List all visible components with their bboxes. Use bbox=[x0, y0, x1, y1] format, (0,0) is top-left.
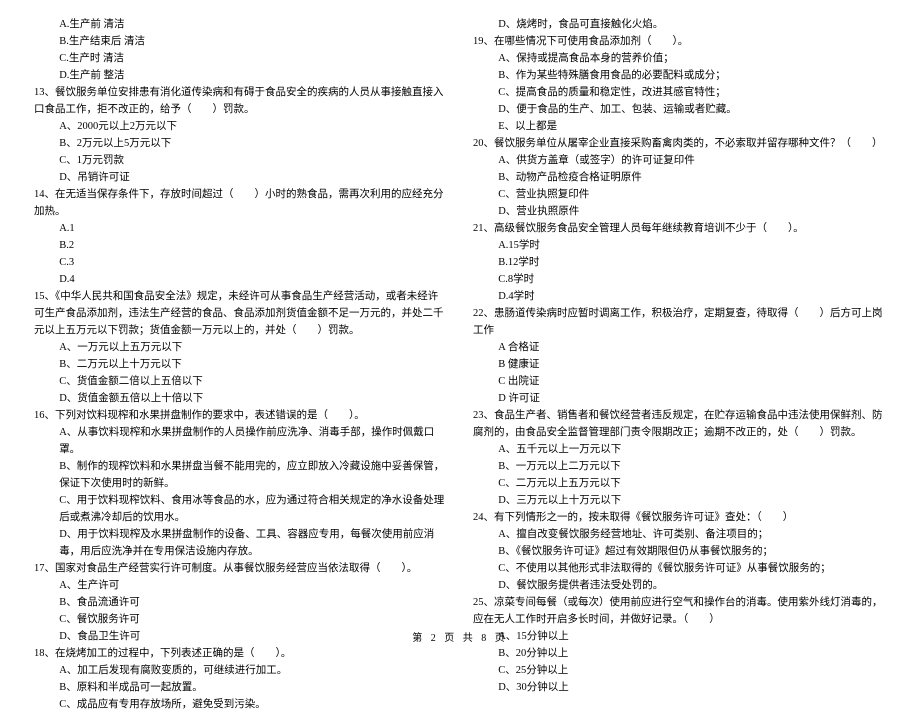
option: A.15学时 bbox=[473, 237, 886, 254]
option: D、吊销许可证 bbox=[34, 169, 447, 186]
option: B.12学时 bbox=[473, 254, 886, 271]
option: B、《餐饮服务许可证》超过有效期限但仍从事餐饮服务的； bbox=[473, 543, 886, 560]
option: C、二万元以上五万元以下 bbox=[473, 475, 886, 492]
option: C、不使用以其他形式非法取得的《餐饮服务许可证》从事餐饮服务的； bbox=[473, 560, 886, 577]
option: B 健康证 bbox=[473, 356, 886, 373]
option: D.生产前 整洁 bbox=[34, 67, 447, 84]
question-14: 14、在无适当保存条件下，存放时间超过（ ）小时的熟食品，需再次利用的应经充分加… bbox=[34, 186, 447, 220]
option: B、制作的现榨饮料和水果拼盘当餐不能用完的，应立即放入冷藏设施中妥善保管，保证下… bbox=[34, 458, 447, 492]
option: D.4学时 bbox=[473, 288, 886, 305]
option: A、擅自改变餐饮服务经营地址、许可类别、备注项目的； bbox=[473, 526, 886, 543]
option: C.生产时 清洁 bbox=[34, 50, 447, 67]
option: E、以上都是 bbox=[473, 118, 886, 135]
option: D.4 bbox=[34, 271, 447, 288]
option: B、2万元以上5万元以下 bbox=[34, 135, 447, 152]
question-20: 20、餐饮服务单位从屠宰企业直接采购畜禽肉类的，不必索取并留存哪种文件？（ ） bbox=[473, 135, 886, 152]
question-15: 15、《中华人民共和国食品安全法》规定，未经许可从事食品生产经营活动，或者未经许… bbox=[34, 288, 447, 339]
question-13: 13、餐饮服务单位安排患有消化道传染病和有碍于食品安全的疾病的人员从事接触直接入… bbox=[34, 84, 447, 118]
option: C、1万元罚款 bbox=[34, 152, 447, 169]
option: D、货值金额五倍以上十倍以下 bbox=[34, 390, 447, 407]
option: D、三万元以上十万元以下 bbox=[473, 492, 886, 509]
question-21: 21、高级餐饮服务食品安全管理人员每年继续教育培训不少于（ ）。 bbox=[473, 220, 886, 237]
option: B、原料和半成品可一起放置。 bbox=[34, 679, 447, 696]
option: B.生产结束后 清洁 bbox=[34, 33, 447, 50]
option: A、加工后发现有腐败变质的，可继续进行加工。 bbox=[34, 662, 447, 679]
option: B、20分钟以上 bbox=[473, 645, 886, 662]
option: B、二万元以上十万元以下 bbox=[34, 356, 447, 373]
option: C 出院证 bbox=[473, 373, 886, 390]
option: D 许可证 bbox=[473, 390, 886, 407]
page-columns: A.生产前 清洁 B.生产结束后 清洁 C.生产时 清洁 D.生产前 整洁 13… bbox=[34, 16, 886, 616]
option: A.生产前 清洁 bbox=[34, 16, 447, 33]
option: D、用于饮料现榨及水果拼盘制作的设备、工具、容器应专用，每餐次使用前应消毒，用后… bbox=[34, 526, 447, 560]
option: B、动物产品检疫合格证明原件 bbox=[473, 169, 886, 186]
option: A 合格证 bbox=[473, 339, 886, 356]
option: B.2 bbox=[34, 237, 447, 254]
question-18: 18、在烧烤加工的过程中，下列表述正确的是（ ）。 bbox=[34, 645, 447, 662]
left-column: A.生产前 清洁 B.生产结束后 清洁 C.生产时 清洁 D.生产前 整洁 13… bbox=[34, 16, 447, 616]
option: C、提高食品的质量和稳定性，改进其感官特性； bbox=[473, 84, 886, 101]
question-19: 19、在哪些情况下可使用食品添加剂（ ）。 bbox=[473, 33, 886, 50]
question-23: 23、食品生产者、销售者和餐饮经营者违反规定，在贮存运输食品中违法使用保鲜剂、防… bbox=[473, 407, 886, 441]
option: A、保持或提高食品本身的营养价值； bbox=[473, 50, 886, 67]
option: B、一万元以上二万元以下 bbox=[473, 458, 886, 475]
option: D、餐饮服务提供者违法受处罚的。 bbox=[473, 577, 886, 594]
option: C、成品应有专用存放场所，避免受到污染。 bbox=[34, 696, 447, 713]
option: C、餐饮服务许可 bbox=[34, 611, 447, 628]
option: C.3 bbox=[34, 254, 447, 271]
question-25: 25、凉菜专间每餐（或每次）使用前应进行空气和操作台的消毒。使用紫外线灯消毒的，… bbox=[473, 594, 886, 628]
option: C、营业执照复印件 bbox=[473, 186, 886, 203]
option: C、用于饮料现榨饮料、食用冰等食品的水，应为通过符合相关规定的净水设备处理后或煮… bbox=[34, 492, 447, 526]
option: B、作为某些特殊膳食用食品的必要配料或成分； bbox=[473, 67, 886, 84]
option: C.8学时 bbox=[473, 271, 886, 288]
option: A、2000元以上2万元以下 bbox=[34, 118, 447, 135]
option: A、从事饮料现榨和水果拼盘制作的人员操作前应洗净、消毒手部，操作时佩戴口罩。 bbox=[34, 424, 447, 458]
option: D、烧烤时，食品可直接触化火焰。 bbox=[473, 16, 886, 33]
option: B、食品流通许可 bbox=[34, 594, 447, 611]
option: D、30分钟以上 bbox=[473, 679, 886, 696]
option: A.1 bbox=[34, 220, 447, 237]
option: A、一万元以上五万元以下 bbox=[34, 339, 447, 356]
right-column: D、烧烤时，食品可直接触化火焰。 19、在哪些情况下可使用食品添加剂（ ）。 A… bbox=[473, 16, 886, 616]
option: D、营业执照原件 bbox=[473, 203, 886, 220]
question-16: 16、下列对饮料现榨和水果拼盘制作的要求中，表述错误的是（ ）。 bbox=[34, 407, 447, 424]
question-24: 24、有下列情形之一的，按未取得《餐饮服务许可证》查处：（ ） bbox=[473, 509, 886, 526]
question-17: 17、国家对食品生产经营实行许可制度。从事餐饮服务经营应当依法取得（ ）。 bbox=[34, 560, 447, 577]
option: C、货值金额二倍以上五倍以下 bbox=[34, 373, 447, 390]
option: C、25分钟以上 bbox=[473, 662, 886, 679]
option: A、供货方盖章（或签字）的许可证复印件 bbox=[473, 152, 886, 169]
option: D、便于食品的生产、加工、包装、运输或者贮藏。 bbox=[473, 101, 886, 118]
option: A、五千元以上一万元以下 bbox=[473, 441, 886, 458]
page-footer: 第 2 页 共 8 页 bbox=[0, 629, 920, 644]
question-22: 22、患肠道传染病时应暂时调离工作，积极治疗，定期复查，待取得（ ）后方可上岗工… bbox=[473, 305, 886, 339]
option: A、生产许可 bbox=[34, 577, 447, 594]
